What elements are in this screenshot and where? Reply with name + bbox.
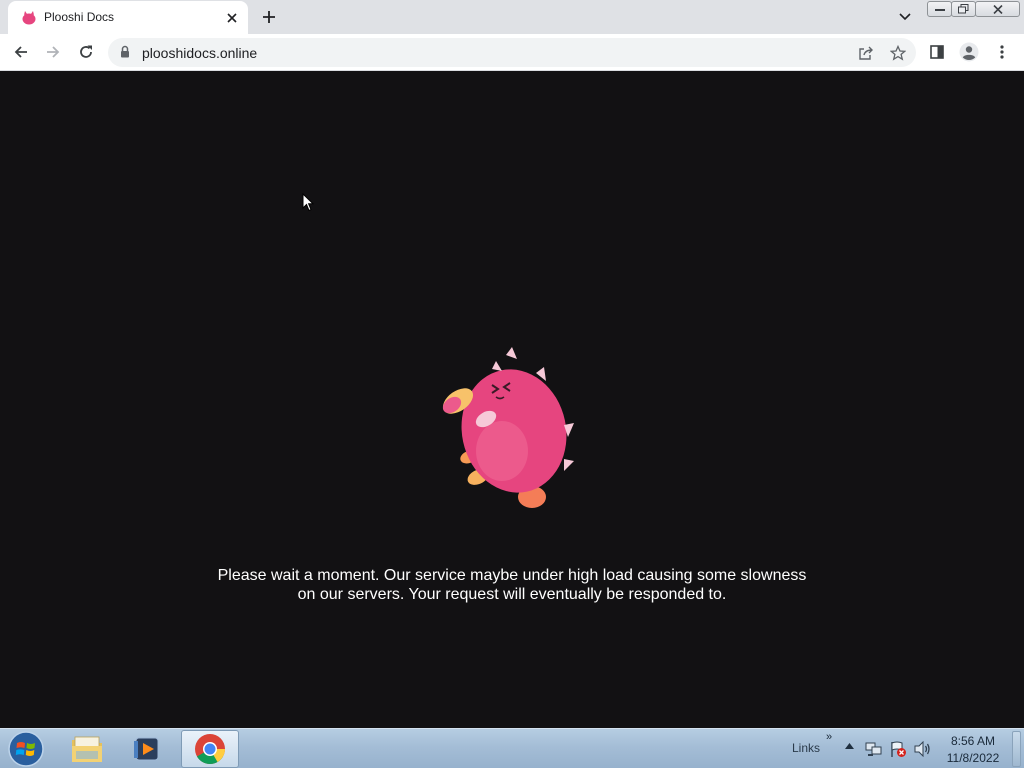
chrome-menu-button[interactable] (989, 39, 1015, 65)
chrome-icon (195, 734, 225, 765)
share-icon (859, 46, 873, 60)
reload-button[interactable] (73, 39, 99, 65)
links-toolbar-chevron[interactable]: » (826, 731, 832, 743)
reload-icon (80, 45, 92, 58)
profile-button[interactable] (956, 39, 982, 65)
tab-strip: Plooshi Docs (0, 0, 1024, 34)
menu-icon (1000, 45, 1004, 59)
url-text: plooshidocs.online (142, 45, 258, 61)
tab-search-button[interactable] (894, 7, 916, 27)
volume-tray-button[interactable] (913, 740, 931, 758)
browser-toolbar: plooshidocs.online (0, 34, 1024, 71)
network-icon (865, 742, 882, 756)
loading-message-line-1: Please wait a moment. Our service maybe … (217, 567, 807, 584)
side-panel-button[interactable] (924, 39, 950, 65)
forward-button[interactable] (40, 39, 66, 65)
action-center-flag-icon (891, 741, 906, 757)
star-icon (890, 45, 906, 61)
taskbar-media-player-button[interactable] (118, 730, 176, 768)
address-bar[interactable]: plooshidocs.online (108, 38, 916, 67)
folder-icon (72, 736, 102, 762)
close-icon (992, 4, 1003, 14)
close-icon (227, 13, 237, 23)
chevron-down-icon (899, 13, 911, 21)
tab-plooshi-docs[interactable]: Plooshi Docs (8, 1, 248, 34)
tab-title: Plooshi Docs (44, 10, 115, 24)
action-center-tray-button[interactable] (889, 740, 907, 758)
media-player-icon (134, 737, 159, 761)
links-toolbar-label[interactable]: Links (792, 741, 820, 755)
plooshi-favicon-icon (22, 11, 36, 25)
taskbar-clock-date[interactable]: 11/8/2022 (942, 751, 1004, 765)
share-button[interactable] (856, 43, 876, 63)
windows-taskbar: Links » 8:56 AM 11/8/2022 (0, 728, 1024, 768)
forward-icon (47, 46, 60, 58)
windows-start-icon[interactable] (6, 730, 46, 768)
lock-icon (121, 45, 129, 58)
back-icon (14, 46, 27, 58)
bookmark-star-button[interactable] (888, 43, 908, 63)
taskbar-chrome-button[interactable] (181, 730, 239, 768)
taskbar-explorer-button[interactable] (58, 730, 116, 768)
show-hidden-icons-icon[interactable] (845, 743, 854, 749)
loading-message-line-2: on our servers. Your request will eventu… (297, 586, 727, 603)
show-desktop-button[interactable] (1012, 731, 1021, 767)
plus-icon (263, 11, 275, 23)
minimize-icon (934, 9, 945, 11)
mouse-pointer-icon (302, 193, 314, 212)
taskbar-clock-time[interactable]: 8:56 AM (942, 734, 1004, 748)
network-tray-button[interactable] (865, 740, 883, 758)
back-button[interactable] (8, 39, 34, 65)
page-content: Please wait a moment. Our service maybe … (0, 71, 1024, 728)
tab-close-button[interactable] (222, 8, 242, 28)
restore-button[interactable] (951, 1, 976, 17)
loading-message: Please wait a moment. Our service maybe … (200, 566, 824, 604)
side-panel-icon (930, 45, 944, 59)
restore-icon (958, 4, 969, 14)
new-tab-button[interactable] (258, 6, 280, 28)
profile-icon (959, 42, 979, 62)
speaker-icon (914, 741, 930, 757)
minimize-button[interactable] (927, 1, 952, 17)
window-close-button[interactable] (975, 1, 1020, 17)
plush-mascot-image (442, 347, 574, 508)
